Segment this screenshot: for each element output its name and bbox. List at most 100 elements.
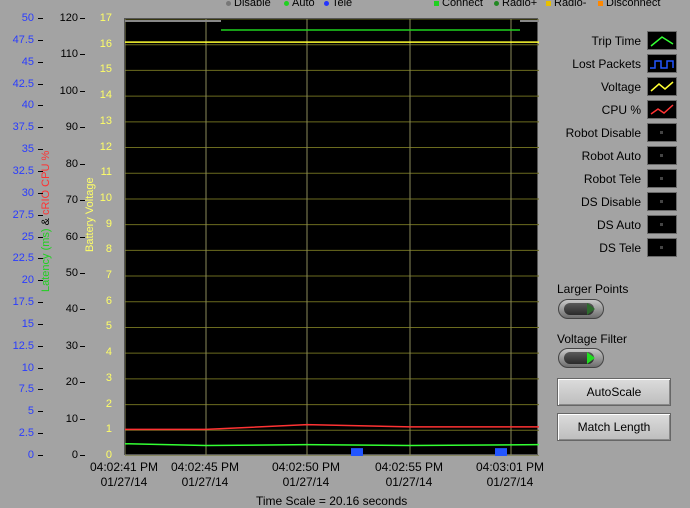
legend-row: Robot Auto bbox=[553, 145, 683, 168]
robot-tele-swatch-icon[interactable] bbox=[647, 169, 677, 188]
axis-tick-label: 2.5 bbox=[18, 427, 34, 440]
axis-tick-label: 40 bbox=[21, 99, 34, 112]
voltage-swatch-icon[interactable] bbox=[647, 77, 677, 96]
legend-row: DS Tele bbox=[553, 237, 683, 260]
axis-tick-mark bbox=[38, 192, 43, 194]
time-tick-date: 01/27/14 bbox=[486, 475, 534, 489]
legend-label: CPU % bbox=[601, 103, 641, 117]
axis-tick-label: 27.5 bbox=[12, 208, 34, 221]
legend-row: DS Auto bbox=[553, 214, 683, 237]
legend-disconnect-label: Disconnect bbox=[606, 0, 661, 9]
swatch-dot bbox=[660, 131, 663, 134]
legend-disable-label: Disable bbox=[234, 0, 271, 9]
axis-tick-label: 8 bbox=[105, 243, 112, 256]
cpu-axis-label: cRIO CPU % bbox=[40, 150, 52, 215]
axis-tick-label: 25 bbox=[21, 230, 34, 243]
disable-dot-icon bbox=[226, 0, 231, 6]
robot-auto-swatch-icon[interactable] bbox=[647, 146, 677, 165]
axis-tick-mark bbox=[80, 272, 85, 274]
axis-tick-label: 50 bbox=[65, 266, 78, 279]
cpu-axis-label-group: Latency (ms) & cRIO CPU % bbox=[40, 151, 52, 292]
axis-tick-label: 120 bbox=[59, 12, 78, 24]
larger-points-toggle[interactable] bbox=[558, 299, 604, 319]
trip-time-swatch-icon[interactable] bbox=[647, 31, 677, 50]
legend-label: Robot Auto bbox=[581, 149, 641, 163]
axis-tick-mark bbox=[38, 280, 43, 282]
axis-tick-mark bbox=[38, 323, 43, 325]
legend-label: DS Auto bbox=[596, 218, 641, 232]
axis-tick-label: 37.5 bbox=[12, 121, 34, 134]
axis-tick-mark bbox=[80, 455, 85, 456]
autoscale-button[interactable]: AutoScale bbox=[557, 378, 671, 406]
legend-auto-label: Auto bbox=[292, 0, 315, 9]
legend-row: Robot Tele bbox=[553, 168, 683, 191]
axis-tick-mark bbox=[80, 309, 85, 311]
legend-label: DS Disable bbox=[580, 195, 641, 209]
legend-radio-plus: Radio+ bbox=[494, 0, 537, 9]
axis-tick-label: 2 bbox=[105, 397, 112, 410]
axis-tick-label: 50 bbox=[21, 12, 34, 24]
match-length-button[interactable]: Match Length bbox=[557, 413, 671, 441]
axis-tick-mark bbox=[38, 61, 43, 63]
ds-tele-swatch-icon[interactable] bbox=[647, 238, 677, 257]
axis-tick-label: 45 bbox=[21, 55, 34, 68]
swatch-dot bbox=[660, 200, 663, 203]
legend-auto: Auto bbox=[284, 0, 315, 9]
axis-tick-label: 42.5 bbox=[12, 77, 34, 90]
plot-area[interactable] bbox=[124, 18, 539, 456]
axis-tick-mark bbox=[80, 200, 85, 202]
axis-tick-label: 10 bbox=[99, 191, 112, 204]
status-legend: Disable Auto Tele Connect Radio+ Radio- … bbox=[0, 0, 690, 9]
time-tick-label: 04:02:41 PM 01/27/14 bbox=[90, 460, 158, 490]
axis-tick-label: 11 bbox=[100, 166, 112, 179]
axis-tick-mark bbox=[38, 83, 43, 85]
axis-tick-label: 30 bbox=[65, 339, 78, 352]
axis-tick-mark bbox=[38, 302, 43, 304]
radio-minus-dot-icon bbox=[546, 0, 551, 6]
time-tick-time: 04:02:50 PM bbox=[271, 460, 341, 474]
axis-tick-mark bbox=[38, 170, 43, 172]
toggle-arrow-icon bbox=[587, 303, 595, 315]
axis-tick-mark bbox=[80, 345, 85, 347]
axis-tick-mark bbox=[80, 90, 85, 92]
legend-row: Trip Time bbox=[553, 30, 683, 53]
time-tick-label: 04:02:55 PM 01/27/14 bbox=[375, 460, 443, 490]
time-axis-title: Time Scale = 20.16 seconds bbox=[256, 494, 408, 508]
legend-disconnect: Disconnect bbox=[598, 0, 660, 9]
legend-label: Robot Disable bbox=[565, 126, 641, 140]
axis-tick-mark bbox=[38, 18, 43, 19]
axis-tick-label: 10 bbox=[21, 361, 34, 374]
legend-disable: Disable bbox=[226, 0, 271, 9]
legend-row: DS Disable bbox=[553, 191, 683, 214]
axis-tick-label: 12 bbox=[99, 140, 112, 153]
axis-tick-mark bbox=[38, 389, 43, 391]
cpu-swatch-icon[interactable] bbox=[647, 100, 677, 119]
axis-tick-mark bbox=[80, 236, 85, 238]
legend-radio-minus-label: Radio- bbox=[554, 0, 587, 9]
disconnect-dot-icon bbox=[598, 0, 603, 6]
axis-tick-mark bbox=[38, 149, 43, 151]
lost-packets-swatch-icon[interactable] bbox=[647, 54, 677, 73]
time-tick-time: 04:02:55 PM bbox=[374, 460, 444, 474]
axis-tick-label: 13 bbox=[99, 114, 112, 127]
axis-tick-label: 1 bbox=[105, 423, 112, 436]
series-line-trip-time bbox=[125, 443, 539, 447]
legend-radio-minus: Radio- bbox=[546, 0, 586, 9]
axis-tick-mark bbox=[80, 54, 85, 56]
axis-tick-label: 15 bbox=[21, 317, 34, 330]
voltage-filter-toggle[interactable] bbox=[558, 348, 604, 368]
axis-tick-label: 70 bbox=[65, 194, 78, 207]
swatch-dot bbox=[660, 246, 663, 249]
axis-tick-label: 47.5 bbox=[12, 33, 34, 46]
legend-label: Voltage bbox=[600, 80, 641, 94]
axis-tick-label: 12.5 bbox=[12, 339, 34, 352]
axis-tick-mark bbox=[38, 236, 43, 238]
robot-disable-swatch-icon[interactable] bbox=[647, 123, 677, 142]
ds-auto-swatch-icon[interactable] bbox=[647, 215, 677, 234]
axis-tick-label: 60 bbox=[65, 230, 78, 243]
axis-tick-label: 40 bbox=[65, 303, 78, 316]
ds-disable-swatch-icon[interactable] bbox=[647, 192, 677, 211]
legend-tele-label: Tele bbox=[332, 0, 353, 9]
legend-label: Lost Packets bbox=[572, 57, 641, 71]
time-tick-date: 01/27/14 bbox=[282, 475, 330, 489]
